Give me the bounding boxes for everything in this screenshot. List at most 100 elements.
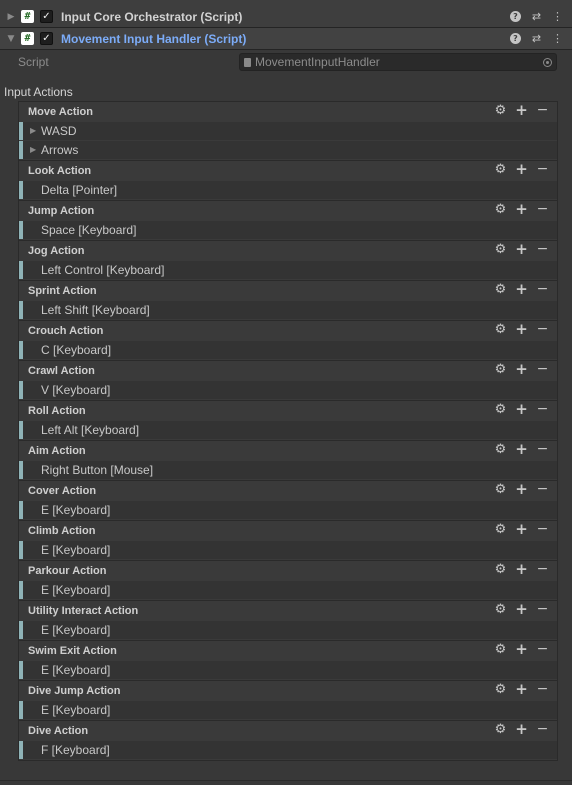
gear-icon[interactable]: ⚙ bbox=[494, 282, 507, 296]
binding-row[interactable]: E [Keyboard] bbox=[19, 501, 557, 519]
remove-icon[interactable]: − bbox=[536, 682, 549, 696]
action-header[interactable]: Crouch Action ⚙ + − bbox=[19, 321, 557, 341]
action-tools: ⚙ + − bbox=[494, 401, 549, 416]
action-header[interactable]: Dive Jump Action ⚙ + − bbox=[19, 681, 557, 701]
add-binding-icon[interactable]: + bbox=[515, 521, 528, 536]
remove-icon[interactable]: − bbox=[536, 562, 549, 576]
action-header[interactable]: Dive Action ⚙ + − bbox=[19, 721, 557, 741]
add-binding-icon[interactable]: + bbox=[515, 201, 528, 216]
add-binding-icon[interactable]: + bbox=[515, 321, 528, 336]
add-binding-icon[interactable]: + bbox=[515, 161, 528, 176]
component-enabled-checkbox[interactable]: ✓ bbox=[40, 10, 53, 23]
add-binding-icon[interactable]: + bbox=[515, 361, 528, 376]
action-header[interactable]: Climb Action ⚙ + − bbox=[19, 521, 557, 541]
binding-row[interactable]: Space [Keyboard] bbox=[19, 221, 557, 239]
binding-row[interactable]: ▶ WASD bbox=[19, 122, 557, 140]
binding-row[interactable]: E [Keyboard] bbox=[19, 661, 557, 679]
input-action-jump-action: Jump Action ⚙ + − Space [Keyboard] bbox=[18, 200, 558, 241]
remove-icon[interactable]: − bbox=[536, 442, 549, 456]
remove-icon[interactable]: − bbox=[536, 322, 549, 336]
action-header[interactable]: Look Action ⚙ + − bbox=[19, 161, 557, 181]
component-header-core-orchestrator[interactable]: ▶ # ✓ Input Core Orchestrator (Script) ?… bbox=[0, 6, 572, 28]
kebab-menu-icon[interactable]: ⋮ bbox=[551, 10, 564, 23]
action-header[interactable]: Roll Action ⚙ + − bbox=[19, 401, 557, 421]
binding-row[interactable]: Left Shift [Keyboard] bbox=[19, 301, 557, 319]
binding-row[interactable]: ▶ Arrows bbox=[19, 141, 557, 159]
gear-icon[interactable]: ⚙ bbox=[494, 242, 507, 256]
gear-icon[interactable]: ⚙ bbox=[494, 642, 507, 656]
component-header-movement-input-handler[interactable]: ▼ # ✓ Movement Input Handler (Script) ? … bbox=[0, 28, 572, 50]
presets-icon[interactable]: ⇄ bbox=[530, 32, 543, 45]
add-binding-icon[interactable]: + bbox=[515, 561, 528, 576]
gear-icon[interactable]: ⚙ bbox=[494, 322, 507, 336]
object-picker-icon[interactable] bbox=[543, 57, 552, 67]
gear-icon[interactable]: ⚙ bbox=[494, 402, 507, 416]
action-header[interactable]: Aim Action ⚙ + − bbox=[19, 441, 557, 461]
remove-icon[interactable]: − bbox=[536, 602, 549, 616]
binding-row[interactable]: Right Button [Mouse] bbox=[19, 461, 557, 479]
action-header[interactable]: Swim Exit Action ⚙ + − bbox=[19, 641, 557, 661]
action-header[interactable]: Move Action ⚙ + − bbox=[19, 102, 557, 122]
add-binding-icon[interactable]: + bbox=[515, 241, 528, 256]
script-object-field[interactable]: MovementInputHandler bbox=[239, 53, 557, 71]
remove-icon[interactable]: − bbox=[536, 722, 549, 736]
action-header[interactable]: Utility Interact Action ⚙ + − bbox=[19, 601, 557, 621]
remove-icon[interactable]: − bbox=[536, 282, 549, 296]
gear-icon[interactable]: ⚙ bbox=[494, 602, 507, 616]
action-header[interactable]: Cover Action ⚙ + − bbox=[19, 481, 557, 501]
binding-row[interactable]: C [Keyboard] bbox=[19, 341, 557, 359]
foldout-expanded-icon[interactable]: ▼ bbox=[5, 34, 17, 44]
gear-icon[interactable]: ⚙ bbox=[494, 103, 507, 117]
action-header[interactable]: Sprint Action ⚙ + − bbox=[19, 281, 557, 301]
help-icon[interactable]: ? bbox=[509, 32, 522, 45]
gear-icon[interactable]: ⚙ bbox=[494, 682, 507, 696]
add-binding-icon[interactable]: + bbox=[515, 481, 528, 496]
binding-row[interactable]: E [Keyboard] bbox=[19, 581, 557, 599]
remove-icon[interactable]: − bbox=[536, 202, 549, 216]
gear-icon[interactable]: ⚙ bbox=[494, 562, 507, 576]
add-binding-icon[interactable]: + bbox=[515, 281, 528, 296]
remove-icon[interactable]: − bbox=[536, 482, 549, 496]
action-title: Sprint Action bbox=[28, 285, 97, 297]
action-header[interactable]: Jump Action ⚙ + − bbox=[19, 201, 557, 221]
add-binding-icon[interactable]: + bbox=[515, 681, 528, 696]
composite-foldout-icon[interactable]: ▶ bbox=[30, 126, 36, 135]
binding-row[interactable]: E [Keyboard] bbox=[19, 541, 557, 559]
add-binding-icon[interactable]: + bbox=[515, 401, 528, 416]
binding-row[interactable]: F [Keyboard] bbox=[19, 741, 557, 759]
remove-icon[interactable]: − bbox=[536, 642, 549, 656]
binding-row[interactable]: E [Keyboard] bbox=[19, 701, 557, 719]
gear-icon[interactable]: ⚙ bbox=[494, 362, 507, 376]
binding-row[interactable]: E [Keyboard] bbox=[19, 621, 557, 639]
add-binding-icon[interactable]: + bbox=[515, 601, 528, 616]
gear-icon[interactable]: ⚙ bbox=[494, 162, 507, 176]
remove-icon[interactable]: − bbox=[536, 522, 549, 536]
gear-icon[interactable]: ⚙ bbox=[494, 482, 507, 496]
remove-icon[interactable]: − bbox=[536, 402, 549, 416]
add-binding-icon[interactable]: + bbox=[515, 641, 528, 656]
add-binding-icon[interactable]: + bbox=[515, 721, 528, 736]
action-header[interactable]: Parkour Action ⚙ + − bbox=[19, 561, 557, 581]
add-binding-icon[interactable]: + bbox=[515, 441, 528, 456]
foldout-collapsed-icon[interactable]: ▶ bbox=[5, 12, 17, 22]
help-icon[interactable]: ? bbox=[509, 10, 522, 23]
kebab-menu-icon[interactable]: ⋮ bbox=[551, 32, 564, 45]
gear-icon[interactable]: ⚙ bbox=[494, 722, 507, 736]
binding-row[interactable]: Delta [Pointer] bbox=[19, 181, 557, 199]
remove-icon[interactable]: − bbox=[536, 362, 549, 376]
action-header[interactable]: Crawl Action ⚙ + − bbox=[19, 361, 557, 381]
composite-foldout-icon[interactable]: ▶ bbox=[30, 145, 36, 154]
binding-row[interactable]: V [Keyboard] bbox=[19, 381, 557, 399]
add-binding-icon[interactable]: + bbox=[515, 102, 528, 117]
presets-icon[interactable]: ⇄ bbox=[530, 10, 543, 23]
remove-icon[interactable]: − bbox=[536, 242, 549, 256]
action-header[interactable]: Jog Action ⚙ + − bbox=[19, 241, 557, 261]
gear-icon[interactable]: ⚙ bbox=[494, 522, 507, 536]
gear-icon[interactable]: ⚙ bbox=[494, 442, 507, 456]
gear-icon[interactable]: ⚙ bbox=[494, 202, 507, 216]
remove-icon[interactable]: − bbox=[536, 103, 549, 117]
remove-icon[interactable]: − bbox=[536, 162, 549, 176]
component-enabled-checkbox[interactable]: ✓ bbox=[40, 32, 53, 45]
binding-row[interactable]: Left Alt [Keyboard] bbox=[19, 421, 557, 439]
binding-row[interactable]: Left Control [Keyboard] bbox=[19, 261, 557, 279]
